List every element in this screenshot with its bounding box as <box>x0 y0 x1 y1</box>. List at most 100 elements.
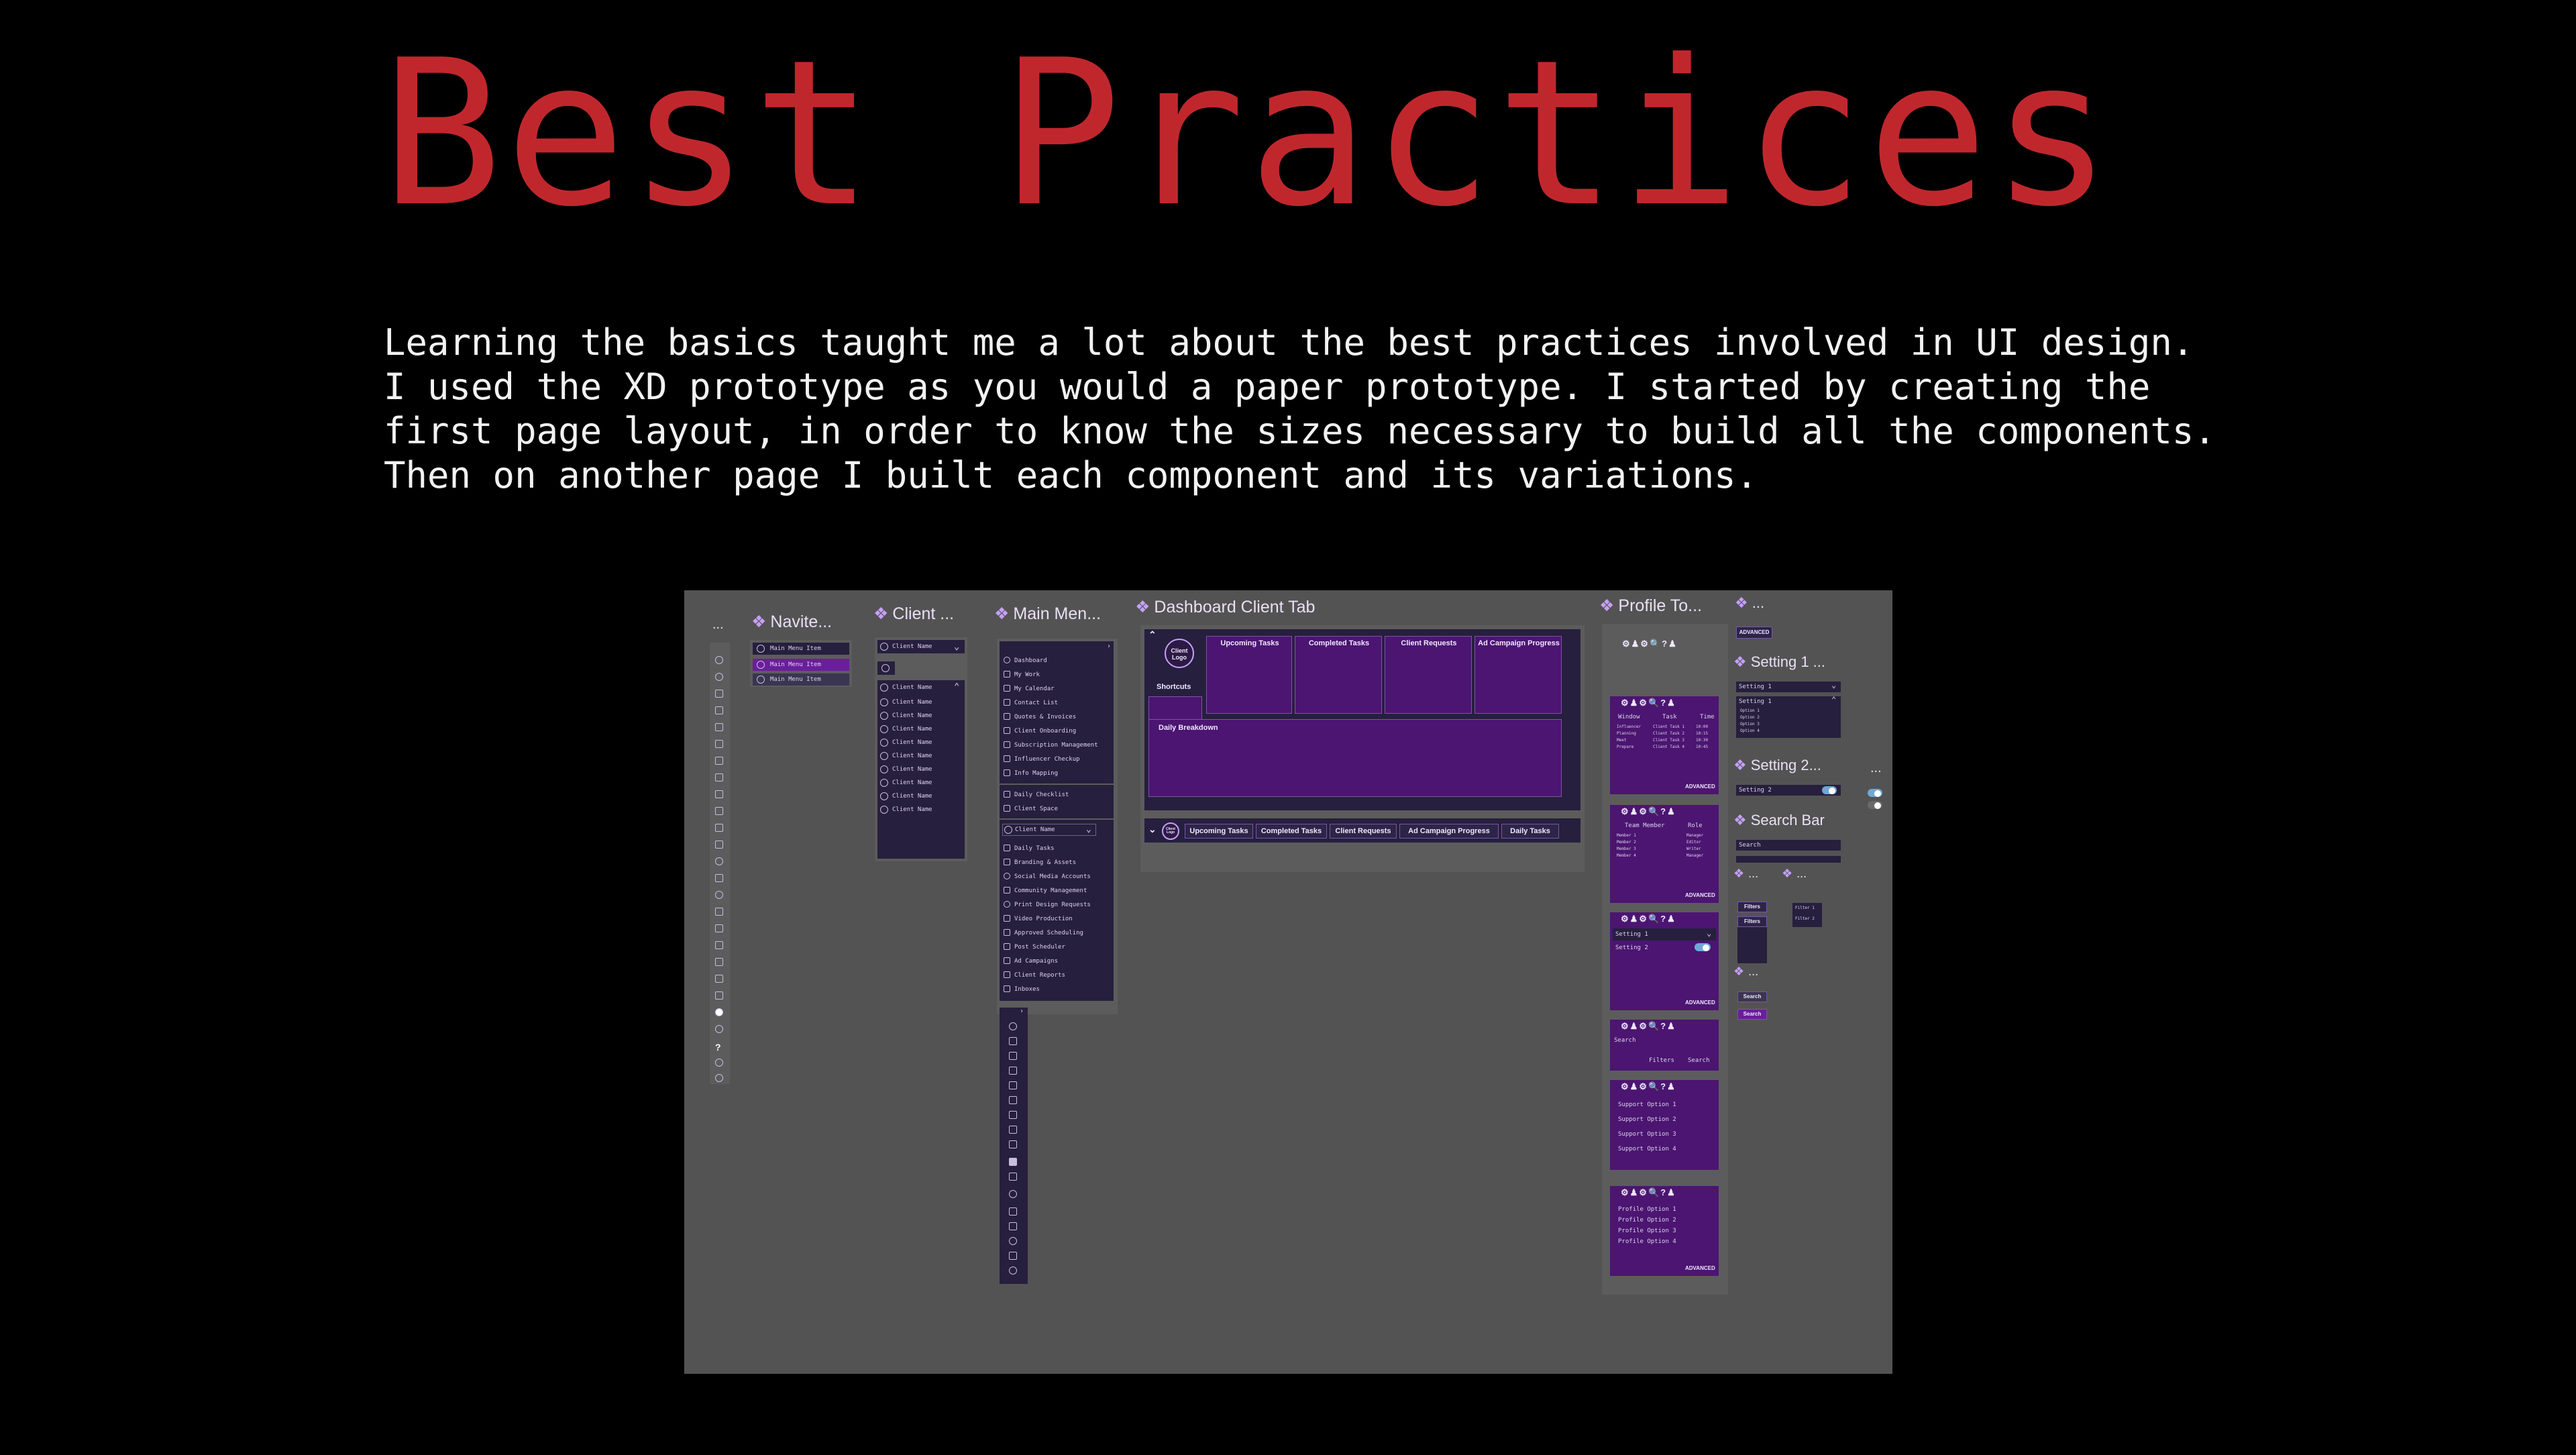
checklist-icon[interactable] <box>1009 1158 1017 1166</box>
map-icon[interactable] <box>1009 1140 1017 1148</box>
search-bar[interactable]: Search <box>1736 840 1841 851</box>
client-option[interactable]: Client Name <box>877 804 965 816</box>
support-option[interactable]: Support Option 4 <box>1618 1146 1676 1152</box>
client-dropdown-closed[interactable]: Client Name ⌄ <box>877 640 965 653</box>
tab-daily-tasks[interactable]: Daily Tasks <box>1501 824 1559 839</box>
tile-upcoming-tasks[interactable]: Upcoming Tasks <box>1206 636 1292 714</box>
filter-option[interactable]: Filter 1 <box>1795 906 1815 910</box>
client-option[interactable]: Client Name <box>877 777 965 789</box>
menu-item-community[interactable]: Community Management <box>1002 885 1111 897</box>
setting-option[interactable]: Option 3 <box>1740 722 1760 726</box>
tile-completed-tasks[interactable]: Completed Tasks <box>1295 636 1382 714</box>
menu-client-dropdown[interactable]: Client Name ⌄ <box>1002 824 1096 836</box>
menu-item-daily-tasks[interactable]: Daily Tasks <box>1002 843 1111 855</box>
menu-item-inboxes[interactable]: Inboxes <box>1002 983 1111 995</box>
profile-toolbar-icons[interactable]: ⚙♟⚙🔍?♟ <box>1621 698 1676 708</box>
client-option[interactable]: Client Name <box>877 696 965 708</box>
menu-item-ad-campaigns[interactable]: Ad Campaigns <box>1002 955 1111 967</box>
menu-item-daily-checklist[interactable]: Daily Checklist <box>1002 789 1111 801</box>
tab-upcoming-tasks[interactable]: Upcoming Tasks <box>1185 824 1253 839</box>
tab-ad-campaign-progress[interactable]: Ad Campaign Progress <box>1399 824 1499 839</box>
profile-toolbar-icons[interactable]: ⚙♟⚙🔍?♟ <box>1621 806 1676 817</box>
profile-toolbar-icons[interactable]: ⚙♟⚙🔍?♟ <box>1622 639 1678 649</box>
tile-client-requests[interactable]: Client Requests <box>1385 636 1472 714</box>
advanced-link[interactable]: ADVANCED <box>1685 1265 1715 1271</box>
setting-toggle[interactable] <box>1822 786 1837 794</box>
client-dropdown-header[interactable]: Client Name ⌃ <box>877 682 965 694</box>
influencer-icon[interactable] <box>1009 1126 1017 1134</box>
menu-item-contacts[interactable]: Contact List <box>1002 697 1111 709</box>
chevron-right-icon[interactable]: › <box>1020 1008 1024 1015</box>
menu-item-calendar[interactable]: My Calendar <box>1002 683 1111 695</box>
profile-option[interactable]: Profile Option 3 <box>1618 1228 1676 1234</box>
tasks-icon[interactable] <box>1009 1207 1017 1216</box>
print-icon[interactable] <box>1009 1267 1017 1275</box>
filter-option[interactable]: Filter 2 <box>1795 916 1815 921</box>
profile-option[interactable]: Profile Option 1 <box>1618 1206 1676 1213</box>
person-icon[interactable] <box>1009 1252 1017 1260</box>
search-bar-compact[interactable] <box>1736 856 1841 863</box>
toggle-off[interactable] <box>1868 801 1882 809</box>
setting-option[interactable]: Option 2 <box>1740 715 1760 720</box>
menu-item-reports[interactable]: Client Reports <box>1002 969 1111 981</box>
chevron-down-icon[interactable]: ⌄ <box>1148 824 1157 835</box>
menu-item-approved-scheduling[interactable]: Approved Scheduling <box>1002 927 1111 939</box>
toggle-on[interactable] <box>1868 789 1882 797</box>
setting-toggle[interactable] <box>1695 943 1711 951</box>
contacts-icon[interactable] <box>1009 1067 1017 1075</box>
advanced-link[interactable]: ADVANCED <box>1685 784 1715 790</box>
subscription-icon[interactable] <box>1009 1111 1017 1119</box>
menu-item-client-space[interactable]: Client Space <box>1002 803 1111 815</box>
client-avatar-icon[interactable] <box>1009 1190 1017 1198</box>
filters-button[interactable]: Filters <box>1649 1057 1674 1064</box>
menu-item-info-mapping[interactable]: Info Mapping <box>1002 767 1111 779</box>
support-option[interactable]: Support Option 3 <box>1618 1131 1676 1138</box>
nav-item-hover[interactable]: Main Menu Item <box>753 673 849 686</box>
profile-option[interactable]: Profile Option 2 <box>1618 1217 1676 1224</box>
client-option[interactable]: Client Name <box>877 737 965 749</box>
menu-item-post-scheduler[interactable]: Post Scheduler <box>1002 941 1111 953</box>
work-icon[interactable] <box>1009 1037 1017 1045</box>
profile-toolbar-icons[interactable]: ⚙♟⚙🔍?♟ <box>1621 1081 1676 1092</box>
calendar-icon[interactable] <box>1009 1052 1017 1060</box>
client-option[interactable]: Client Name <box>877 790 965 802</box>
menu-item-influencer[interactable]: Influencer Checkup <box>1002 753 1111 765</box>
support-option[interactable]: Support Option 1 <box>1618 1101 1676 1108</box>
tile-ad-campaign-progress[interactable]: Ad Campaign Progress <box>1474 636 1562 714</box>
menu-item-dashboard[interactable]: Dashboard <box>1002 655 1111 667</box>
setting1-dropdown[interactable]: Setting 1 ⌄ <box>1736 680 1841 692</box>
profile-toolbar-icons[interactable]: ⚙♟⚙🔍?♟ <box>1621 914 1676 924</box>
menu-item-video[interactable]: Video Production <box>1002 913 1111 925</box>
menu-item-print[interactable]: Print Design Requests <box>1002 899 1111 911</box>
chevron-right-icon[interactable]: › <box>1107 643 1111 650</box>
client-avatar-compact[interactable] <box>877 661 895 675</box>
nav-item-active[interactable]: Main Menu Item <box>753 659 849 671</box>
globe-icon[interactable] <box>1009 1237 1017 1245</box>
advanced-button[interactable]: ADVANCED <box>1736 627 1772 639</box>
menu-item-my-work[interactable]: My Work <box>1002 669 1111 681</box>
setting-dropdown[interactable]: Setting 1 ⌄ <box>1613 928 1716 940</box>
search-button-active[interactable]: Search <box>1737 1009 1767 1020</box>
client-option[interactable]: Client Name <box>877 710 965 722</box>
onboarding-icon[interactable] <box>1009 1096 1017 1104</box>
setting-option[interactable]: Option 1 <box>1740 708 1760 713</box>
search-button[interactable]: Search <box>1688 1057 1710 1064</box>
menu-item-quotes[interactable]: Quotes & Invoices <box>1002 711 1111 723</box>
client-option[interactable]: Client Name <box>877 723 965 735</box>
client-option[interactable]: Client Name <box>877 750 965 762</box>
profile-toolbar-icons[interactable]: ⚙♟⚙🔍?♟ <box>1621 1187 1676 1198</box>
menu-item-onboarding[interactable]: Client Onboarding <box>1002 725 1111 737</box>
client-option[interactable]: Client Name <box>877 763 965 775</box>
menu-item-social[interactable]: Social Media Accounts <box>1002 871 1111 883</box>
advanced-link[interactable]: ADVANCED <box>1685 892 1715 898</box>
chevron-up-icon[interactable]: ⌃ <box>1831 695 1836 704</box>
invoice-icon[interactable] <box>1009 1081 1017 1089</box>
profile-toolbar-icons[interactable]: ⚙♟⚙🔍?♟ <box>1621 1021 1676 1032</box>
dashboard-icon[interactable] <box>1009 1022 1017 1030</box>
search-button[interactable]: Search <box>1737 991 1767 1002</box>
setting-option[interactable]: Option 4 <box>1740 729 1760 733</box>
space-icon[interactable] <box>1009 1173 1017 1181</box>
filters-button[interactable]: Filters <box>1737 902 1767 912</box>
filters-button[interactable]: Filters <box>1737 916 1767 927</box>
profile-option[interactable]: Profile Option 4 <box>1618 1238 1676 1245</box>
